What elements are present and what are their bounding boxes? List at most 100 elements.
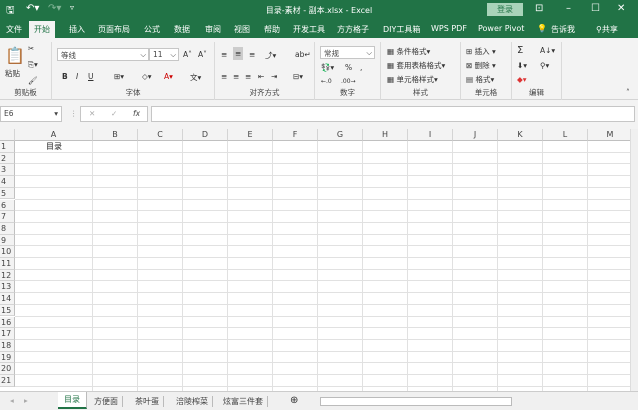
wrap-text-icon[interactable]: ab↵ <box>295 50 311 59</box>
vertical-scrollbar[interactable] <box>630 129 638 391</box>
row-header-9[interactable]: 9 <box>0 234 15 247</box>
row-header-3[interactable]: 3 <box>0 164 15 177</box>
row-header-8[interactable]: 8 <box>0 222 15 235</box>
merge-center-icon[interactable]: ⊟▾ <box>293 72 303 81</box>
cancel-icon[interactable]: ✕ <box>89 108 95 120</box>
close-icon[interactable]: ✕ <box>617 3 625 14</box>
row-header-10[interactable]: 10 <box>0 246 15 258</box>
row-header-5[interactable]: 5 <box>0 187 15 200</box>
share-button[interactable]: ⚲共享 <box>596 24 618 35</box>
font-color-icon[interactable]: A▾ <box>164 72 173 81</box>
tab-diy-toolbox[interactable]: DIY工具箱 <box>383 24 420 35</box>
column-header-F[interactable]: F <box>273 129 318 141</box>
paste-button[interactable]: 粘贴 <box>5 68 20 79</box>
row-header-1[interactable]: 1 <box>0 141 15 153</box>
row-header-19[interactable]: 19 <box>0 351 15 364</box>
tab-file[interactable]: 文件 <box>6 24 22 35</box>
row-header-6[interactable]: 6 <box>0 199 15 212</box>
find-select-icon[interactable]: ⚲▾ <box>540 61 549 70</box>
row-header-15[interactable]: 15 <box>0 304 15 317</box>
ribbon-display-options-icon[interactable]: ⊡ <box>535 3 543 14</box>
copy-icon[interactable]: ⎘▾ <box>28 60 38 70</box>
conditional-formatting-button[interactable]: ▦ 条件格式▾ <box>387 46 430 57</box>
increase-indent-icon[interactable]: ⇥ <box>271 72 277 81</box>
underline-button[interactable]: U <box>88 72 94 81</box>
top-align-icon[interactable]: ≡ <box>221 50 227 59</box>
sheet-tab-xuanfu[interactable]: 炫富三件套 <box>219 396 268 407</box>
tab-fangfang[interactable]: 方方格子 <box>337 24 369 35</box>
sheet-tab-fuling-zhacai[interactable]: 涪陵榨菜 <box>172 396 213 407</box>
tell-me-button[interactable]: 告诉我 <box>551 24 575 35</box>
bold-button[interactable]: B <box>62 72 68 81</box>
sheet-tab-chayedan[interactable]: 茶叶蛋 <box>131 396 164 407</box>
column-header-H[interactable]: H <box>363 129 408 141</box>
fill-icon[interactable]: ⬇▾ <box>517 61 527 70</box>
row-header-7[interactable]: 7 <box>0 211 15 223</box>
tab-review[interactable]: 审阅 <box>205 24 221 35</box>
fill-color-icon[interactable]: ◇▾ <box>142 72 152 81</box>
decrease-indent-icon[interactable]: ⇤ <box>258 72 264 81</box>
tab-home[interactable]: 开始 <box>29 21 55 38</box>
scroll-tabs-left-icon[interactable]: ◂ <box>10 396 14 405</box>
accounting-format-icon[interactable]: 💱▾ <box>321 63 334 72</box>
tab-view[interactable]: 视图 <box>234 24 250 35</box>
italic-button[interactable]: I <box>76 72 78 81</box>
align-right-icon[interactable]: ≡ <box>245 72 251 81</box>
font-size-select[interactable]: 11 ⌵ <box>149 48 179 61</box>
collapse-ribbon-icon[interactable]: ˄ <box>626 88 630 97</box>
decrease-decimal-icon[interactable]: .00→ <box>341 78 356 85</box>
middle-align-icon[interactable]: ≡ <box>233 47 244 60</box>
increase-decimal-icon[interactable]: ←.0 <box>321 78 332 85</box>
select-all-button[interactable] <box>0 129 15 141</box>
column-header-M[interactable]: M <box>588 129 630 141</box>
clear-icon[interactable]: ◆▾ <box>517 75 527 84</box>
formula-input[interactable] <box>151 106 635 122</box>
tab-page-layout[interactable]: 页面布局 <box>98 24 130 35</box>
column-header-L[interactable]: L <box>543 129 588 141</box>
row-header-13[interactable]: 13 <box>0 281 15 294</box>
row-header-21[interactable]: 21 <box>0 375 15 387</box>
row-header-11[interactable]: 11 <box>0 258 15 270</box>
align-left-icon[interactable]: ≡ <box>221 72 227 81</box>
tab-data[interactable]: 数据 <box>174 24 190 35</box>
column-header-J[interactable]: J <box>453 129 498 141</box>
tab-developer[interactable]: 开发工具 <box>293 24 325 35</box>
minimize-icon[interactable]: – <box>566 3 571 14</box>
cut-icon[interactable]: ✂ <box>28 44 34 53</box>
column-header-C[interactable]: C <box>138 129 183 141</box>
decrease-font-icon[interactable]: A˅ <box>198 50 207 59</box>
paste-icon[interactable]: 📋 <box>5 46 25 65</box>
tab-insert[interactable]: 插入 <box>69 24 85 35</box>
tab-formulas[interactable]: 公式 <box>144 24 160 35</box>
row-header-18[interactable]: 18 <box>0 339 15 352</box>
column-header-A[interactable]: A <box>15 129 93 141</box>
number-format-select[interactable]: 常规 ⌵ <box>320 46 375 59</box>
tab-wps-pdf[interactable]: WPS PDF <box>431 24 467 33</box>
row-header-16[interactable]: 16 <box>0 316 15 329</box>
horizontal-scrollbar[interactable] <box>320 397 512 406</box>
row-header-20[interactable]: 20 <box>0 363 15 375</box>
align-center-icon[interactable]: ≡ <box>233 72 239 81</box>
column-header-D[interactable]: D <box>183 129 228 141</box>
row-header-2[interactable]: 2 <box>0 152 15 165</box>
delete-cells-button[interactable]: ⊠ 删除 ▾ <box>466 60 496 71</box>
add-sheet-icon[interactable]: ⊕ <box>290 395 298 406</box>
tab-power-pivot[interactable]: Power Pivot <box>478 24 524 33</box>
column-header-E[interactable]: E <box>228 129 273 141</box>
comma-style-icon[interactable]: , <box>360 63 362 72</box>
column-header-I[interactable]: I <box>408 129 453 141</box>
phonetic-icon[interactable]: 文▾ <box>190 72 201 83</box>
font-name-select[interactable]: 等线 ⌵ <box>57 48 149 61</box>
bottom-align-icon[interactable]: ≡ <box>249 50 255 59</box>
cell-A1[interactable]: 目录 <box>15 141 93 152</box>
login-button[interactable]: 登录 <box>487 3 523 16</box>
cell-styles-button[interactable]: ▦ 单元格样式▾ <box>387 74 438 85</box>
maximize-icon[interactable]: ☐ <box>591 3 600 14</box>
worksheet-grid[interactable]: A B C D E F G H I J K L M 1 2 3 4 5 6 7 8 9 10 11 12 13 14 15 16 17 18… <box>0 129 630 391</box>
percent-button[interactable]: % <box>345 63 352 72</box>
increase-font-icon[interactable]: A˄ <box>183 50 192 59</box>
tab-help[interactable]: 帮助 <box>264 24 280 35</box>
enter-icon[interactable]: ✓ <box>111 108 117 120</box>
sheet-tab-fangbianmian[interactable]: 方便面 <box>90 396 123 407</box>
format-as-table-button[interactable]: ▦ 套用表格格式▾ <box>387 60 445 71</box>
